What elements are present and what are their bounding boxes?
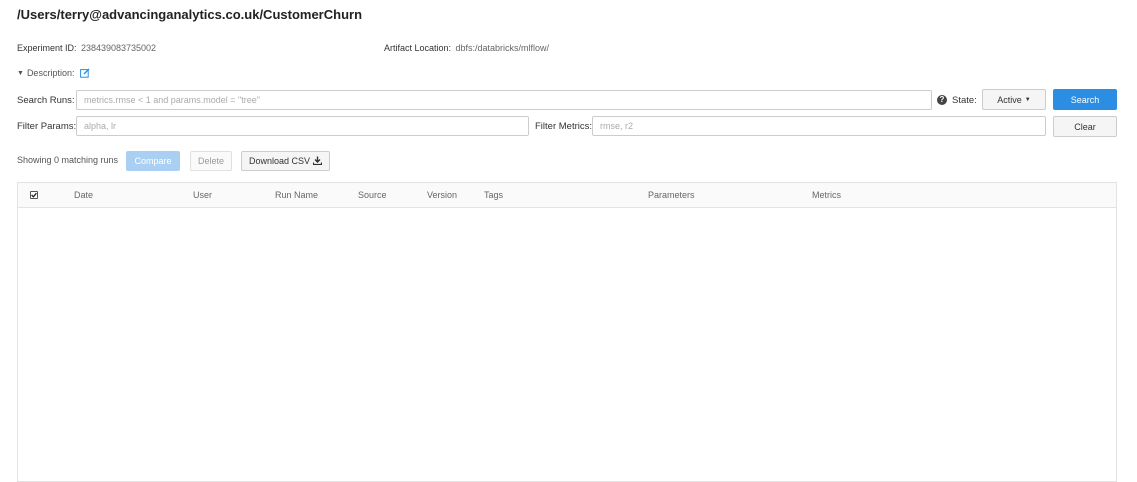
- experiment-id-row: Experiment ID: 238439083735002: [17, 38, 156, 56]
- filter-params-label: Filter Params:: [17, 121, 77, 132]
- download-csv-button[interactable]: Download CSV: [241, 151, 330, 171]
- edit-icon[interactable]: [80, 68, 90, 78]
- caret-down-icon: ▼: [1024, 96, 1031, 103]
- runs-table: Date User Run Name Source Version Tags P…: [17, 182, 1117, 482]
- search-button[interactable]: Search: [1053, 89, 1117, 110]
- column-header-date[interactable]: Date: [74, 190, 93, 200]
- artifact-location-label: Artifact Location:: [384, 43, 452, 53]
- clear-button[interactable]: Clear: [1053, 116, 1117, 137]
- compare-button[interactable]: Compare: [126, 151, 180, 171]
- description-toggle[interactable]: ▼ Description:: [17, 68, 90, 78]
- caret-down-icon: ▼: [17, 69, 24, 77]
- download-icon: [312, 156, 323, 167]
- matching-runs-count: Showing 0 matching runs: [17, 155, 119, 165]
- select-all-checkbox[interactable]: [30, 191, 38, 199]
- experiment-title: /Users/terry@advancinganalytics.co.uk/Cu…: [17, 7, 363, 22]
- download-csv-label: Download CSV: [248, 156, 311, 166]
- state-label: State:: [952, 95, 977, 106]
- description-label: Description:: [26, 68, 75, 78]
- state-dropdown[interactable]: Active ▼: [982, 89, 1046, 110]
- column-header-version[interactable]: Version: [427, 190, 457, 200]
- column-header-tags: Tags: [484, 190, 504, 200]
- column-header-metrics: Metrics: [812, 190, 841, 200]
- runs-table-header: Date User Run Name Source Version Tags P…: [18, 183, 1116, 208]
- artifact-location-value: dbfs:/databricks/mlflow/: [455, 43, 550, 53]
- experiment-id-label: Experiment ID:: [17, 43, 77, 53]
- state-value: Active: [997, 94, 1022, 105]
- search-runs-label: Search Runs:: [17, 95, 75, 106]
- column-header-run-name[interactable]: Run Name: [275, 190, 318, 200]
- column-header-user[interactable]: User: [193, 190, 212, 200]
- filter-params-input[interactable]: [76, 116, 529, 136]
- column-header-parameters: Parameters: [648, 190, 695, 200]
- column-header-source[interactable]: Source: [358, 190, 387, 200]
- question-circle-icon[interactable]: ?: [937, 95, 947, 105]
- filter-metrics-input[interactable]: [592, 116, 1046, 136]
- experiment-id-value: 238439083735002: [80, 43, 157, 53]
- checkbox-icon: [31, 192, 37, 198]
- search-runs-input[interactable]: [76, 90, 932, 110]
- artifact-location-row: Artifact Location: dbfs:/databricks/mlfl…: [384, 38, 549, 56]
- filter-metrics-label: Filter Metrics:: [535, 121, 592, 132]
- delete-button[interactable]: Delete: [190, 151, 232, 171]
